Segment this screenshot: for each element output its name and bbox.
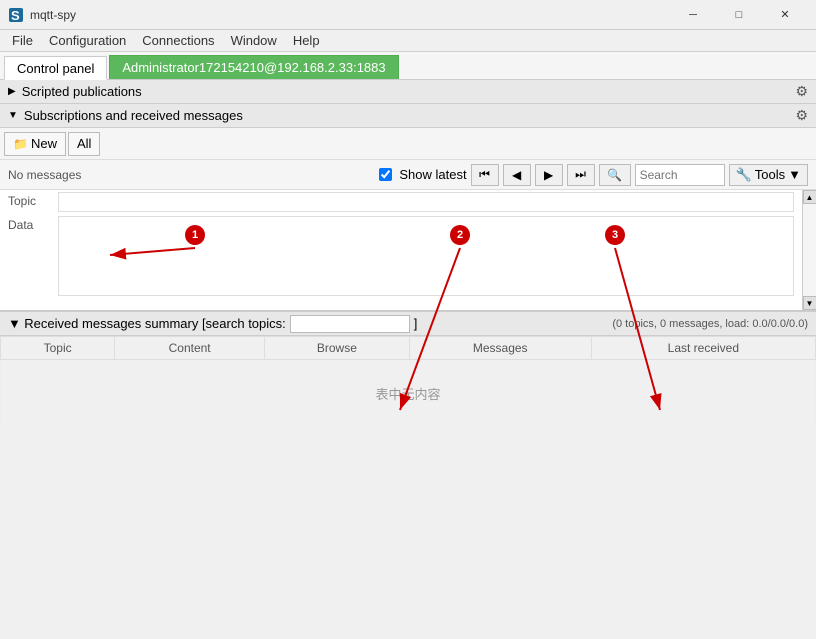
search-toggle-button[interactable]: 🔍 xyxy=(599,164,631,186)
subscriptions-header[interactable]: ▼ Subscriptions and received messages ⚙ xyxy=(0,104,816,128)
col-content: Content xyxy=(115,337,265,360)
svg-text:S: S xyxy=(11,8,20,23)
menubar: File Configuration Connections Window He… xyxy=(0,30,816,52)
col-browse: Browse xyxy=(265,337,410,360)
messages-bar: No messages Show latest ⏮ ◀ ▶ ⏭ 🔍 🔧 Tool… xyxy=(0,160,816,190)
nav-prev-button[interactable]: ◀ xyxy=(503,164,531,186)
scroll-track[interactable] xyxy=(803,204,816,296)
summary-search-input[interactable] xyxy=(290,315,410,333)
subscriptions-label: Subscriptions and received messages xyxy=(24,108,243,123)
menu-help[interactable]: Help xyxy=(285,31,328,50)
subscriptions-section: ▼ Subscriptions and received messages ⚙ … xyxy=(0,104,816,311)
menu-window[interactable]: Window xyxy=(223,31,285,50)
scroll-up-button[interactable]: ▲ xyxy=(803,190,816,204)
tab-connection[interactable]: Administrator172154210@192.168.2.33:1883 xyxy=(109,55,398,79)
summary-header: ▼ Received messages summary [search topi… xyxy=(0,312,816,336)
show-latest-checkbox[interactable] xyxy=(379,168,392,181)
data-row: Data xyxy=(0,214,802,298)
scripted-gear-icon[interactable]: ⚙ xyxy=(795,83,808,100)
new-button[interactable]: 📁 New xyxy=(4,132,66,156)
topic-label: Topic xyxy=(8,192,58,208)
show-latest-label: Show latest xyxy=(399,167,466,182)
subscriptions-toggle-icon: ▼ xyxy=(8,110,18,121)
summary-header-label: Received messages summary [search topics… xyxy=(24,316,286,331)
tools-button[interactable]: 🔧 Tools ▼ xyxy=(729,164,808,186)
maximize-button[interactable]: □ xyxy=(716,0,762,30)
titlebar: S mqtt-spy ─ □ ✕ xyxy=(0,0,816,30)
nav-next-button[interactable]: ▶ xyxy=(535,164,563,186)
vertical-scrollbar[interactable]: ▲ ▼ xyxy=(802,190,816,310)
main-content: ▶ Scripted publications ⚙ ▼ Subscription… xyxy=(0,80,816,639)
sub-messages-area: Topic Data Administrator172154210@192.16… xyxy=(0,190,816,310)
app-icon: S xyxy=(8,7,24,23)
tabbar: Control panel Administrator172154210@192… xyxy=(0,52,816,80)
minimize-button[interactable]: ─ xyxy=(670,0,716,30)
close-button[interactable]: ✕ xyxy=(762,0,808,30)
topic-value xyxy=(58,192,794,212)
summary-header-suffix: ] xyxy=(414,316,418,331)
nav-first-button[interactable]: ⏮ xyxy=(471,164,499,186)
data-value xyxy=(58,216,794,296)
app-title: mqtt-spy xyxy=(30,8,670,22)
summary-table: Topic Content Browse Messages Last recei… xyxy=(0,336,816,428)
nav-last-button[interactable]: ⏭ xyxy=(567,164,595,186)
data-label: Data xyxy=(8,216,58,232)
col-topic: Topic xyxy=(1,337,115,360)
tools-dropdown-icon: ▼ xyxy=(788,167,801,182)
tab-control-panel[interactable]: Control panel xyxy=(4,56,107,80)
topic-row: Topic xyxy=(0,190,802,214)
tools-icon: 🔧 xyxy=(736,167,752,183)
summary-toggle-icon: ▼ xyxy=(8,316,21,331)
empty-table-label: 表中无内容 xyxy=(1,360,816,428)
messages-content: Topic Data Administrator172154210@192.16… xyxy=(0,190,816,310)
subscriptions-toolbar: 📁 New All xyxy=(0,128,816,160)
window-controls: ─ □ ✕ xyxy=(670,0,808,30)
folder-icon: 📁 xyxy=(13,137,28,151)
menu-connections[interactable]: Connections xyxy=(134,31,222,50)
search-input[interactable] xyxy=(635,164,725,186)
scripted-label: Scripted publications xyxy=(22,84,142,99)
no-messages-label: No messages xyxy=(8,168,375,182)
all-button[interactable]: All xyxy=(68,132,100,156)
summary-section: ▼ Received messages summary [search topi… xyxy=(0,311,816,428)
subscriptions-gear-icon[interactable]: ⚙ xyxy=(795,107,808,124)
menu-file[interactable]: File xyxy=(4,31,41,50)
col-messages: Messages xyxy=(409,337,591,360)
scroll-down-button[interactable]: ▼ xyxy=(803,296,816,310)
col-last-received: Last received xyxy=(591,337,815,360)
menu-configuration[interactable]: Configuration xyxy=(41,31,134,50)
scripted-toggle-icon: ▶ xyxy=(8,86,16,97)
scripted-publications-section[interactable]: ▶ Scripted publications ⚙ xyxy=(0,80,816,104)
summary-stats: (0 topics, 0 messages, load: 0.0/0.0/0.0… xyxy=(612,318,808,330)
